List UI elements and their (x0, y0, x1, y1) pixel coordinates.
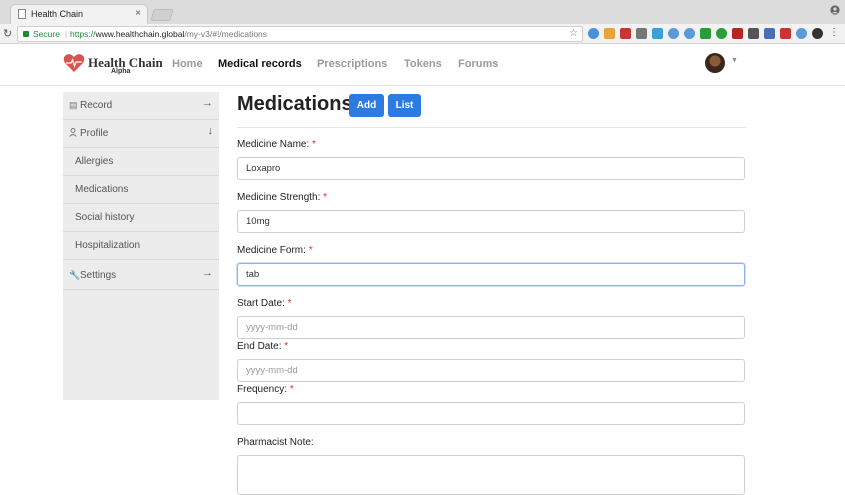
nav-prescriptions[interactable]: Prescriptions (317, 58, 387, 70)
start-date-input[interactable]: yyyy-mm-dd (237, 316, 745, 339)
extension-icon[interactable] (796, 28, 807, 39)
medicine-form-input[interactable]: tab (237, 263, 745, 286)
pharmacist-note-label: Pharmacist Note: (237, 437, 314, 448)
brand-subtitle: Alpha (111, 68, 131, 75)
medicine-name-input[interactable]: Loxapro (237, 157, 745, 180)
url-text: https://www.healthchain.global/my-v3/#!/… (70, 29, 268, 39)
extension-icon[interactable] (764, 28, 775, 39)
tab-close-icon[interactable]: × (135, 8, 141, 19)
extension-icon[interactable] (700, 28, 711, 39)
arrow-right-icon: → (202, 97, 213, 109)
end-date-label: End Date: * (237, 341, 289, 352)
extension-icon[interactable] (684, 28, 695, 39)
start-date-label: Start Date: * (237, 298, 292, 309)
wrench-icon: 🔧 (69, 270, 81, 280)
extension-icon[interactable] (668, 28, 679, 39)
extension-icon[interactable] (604, 28, 615, 39)
sidebar-item-allergies[interactable]: Allergies (63, 148, 219, 176)
extension-icon[interactable] (588, 28, 599, 39)
browser-tab[interactable]: Health Chain × (10, 4, 148, 24)
pharmacist-note-textarea[interactable] (237, 455, 745, 495)
sidebar-item-medications[interactable]: Medications (63, 176, 219, 204)
secure-label: Secure (33, 29, 60, 39)
extension-icon[interactable] (652, 28, 663, 39)
medicine-name-label: Medicine Name: * (237, 139, 316, 150)
list-button[interactable]: List (388, 94, 421, 117)
extension-icon[interactable] (716, 28, 727, 39)
divider (237, 127, 746, 128)
address-bar[interactable]: Secure | https://www.healthchain.global/… (17, 26, 583, 42)
browser-toolbar: ↻ Secure | https://www.healthchain.globa… (0, 24, 845, 44)
browser-menu-icon[interactable]: ⋮ (829, 27, 839, 38)
frequency-input[interactable] (237, 402, 745, 425)
browser-tab-bar: Health Chain × (0, 0, 845, 24)
page-icon (18, 9, 26, 19)
new-tab-button[interactable] (150, 9, 174, 21)
medicine-form-label: Medicine Form: * (237, 245, 313, 256)
user-icon (69, 128, 77, 137)
extension-icon[interactable] (732, 28, 743, 39)
chevron-down-icon[interactable]: ▼ (731, 57, 738, 64)
end-date-input[interactable]: yyyy-mm-dd (237, 359, 745, 382)
sidebar-item-settings[interactable]: 🔧 Settings → (63, 262, 219, 290)
medicine-strength-label: Medicine Strength: * (237, 192, 328, 203)
add-button[interactable]: Add (349, 94, 384, 117)
extension-icons (588, 28, 823, 39)
arrow-right-icon: → (202, 267, 213, 279)
lock-icon (23, 31, 29, 37)
tab-title: Health Chain (31, 9, 84, 19)
sidebar: ▤ Record → Profile ↓ Allergies Medicatio… (63, 92, 219, 400)
app-navbar: Health Chain Alpha Home Medical records … (0, 44, 845, 86)
page-title: Medications (237, 93, 353, 115)
search-icon[interactable] (812, 28, 823, 39)
frequency-label: Frequency: * (237, 384, 294, 395)
sidebar-item-record[interactable]: ▤ Record → (63, 92, 219, 120)
nav-tokens[interactable]: Tokens (404, 58, 442, 70)
medicine-strength-input[interactable]: 10mg (237, 210, 745, 233)
document-icon: ▤ (69, 100, 78, 110)
nav-forums[interactable]: Forums (458, 58, 498, 70)
health-chain-logo[interactable] (63, 53, 85, 73)
nav-medical-records[interactable]: Medical records (218, 58, 302, 70)
arrow-down-icon: ↓ (207, 125, 214, 137)
sidebar-item-social-history[interactable]: Social history (63, 204, 219, 232)
sidebar-item-profile[interactable]: Profile ↓ (63, 120, 219, 148)
extension-icon[interactable] (748, 28, 759, 39)
extension-icon[interactable] (780, 28, 791, 39)
nav-home[interactable]: Home (172, 58, 203, 70)
avatar[interactable] (705, 53, 725, 73)
reload-icon[interactable]: ↻ (3, 27, 12, 40)
extension-icon[interactable] (636, 28, 647, 39)
profile-icon[interactable] (830, 5, 840, 15)
extension-icon[interactable] (620, 28, 631, 39)
sidebar-item-hospitalization[interactable]: Hospitalization (63, 232, 219, 260)
bookmark-star-icon[interactable]: ☆ (569, 27, 578, 41)
